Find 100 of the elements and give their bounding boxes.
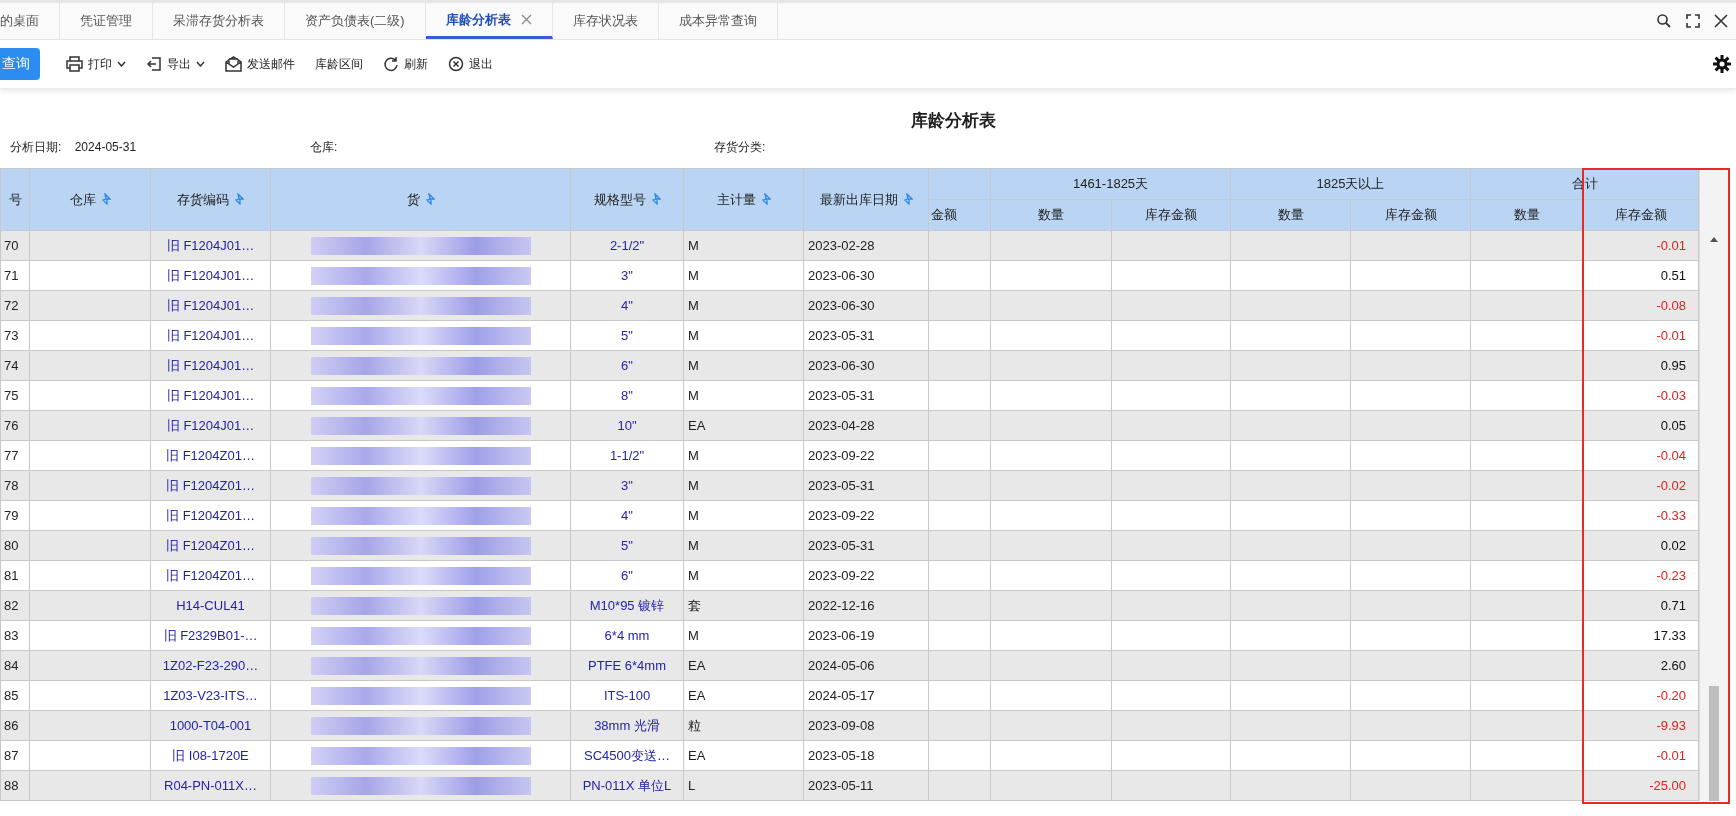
tab[interactable]: 库龄分析表 [425,3,553,39]
sort-icon[interactable] [99,192,111,205]
sort-icon[interactable] [759,192,771,205]
table-cell: -0.01 [1583,230,1699,261]
column-header[interactable]: 货 [270,168,571,231]
row-number: 79 [0,500,30,531]
column-header[interactable]: 存货编码 [150,168,271,231]
group-header: 1825天以上 [1230,168,1471,200]
scrollbar[interactable] [1699,168,1729,801]
close-icon[interactable] [1714,14,1728,28]
table-cell: 0.05 [1583,410,1699,441]
table-cell: 10" [570,410,684,441]
table-cell: 1-1/2" [570,440,684,471]
row-number: 76 [0,410,30,441]
column-header[interactable]: 最新出库日期 [803,168,929,231]
sort-icon[interactable] [233,192,244,205]
table-cell: 2023-06-19 [803,620,929,651]
column-header[interactable]: 主计量 [683,168,804,231]
table-cell: 旧 F1204J01… [150,290,271,321]
table-cell: -0.03 [1583,380,1699,411]
fullscreen-icon[interactable] [1686,14,1700,28]
table-cell: -0.02 [1583,470,1699,501]
row-number: 78 [0,470,30,501]
column-header[interactable]: 库存金额 [1111,199,1231,231]
table-cell: 3" [570,260,684,291]
row-number: 70 [0,230,30,261]
column-header[interactable]: 数量 [1470,199,1584,231]
table-cell: M10*95 镀锌 [570,590,684,621]
row-number: 73 [0,320,30,351]
tab[interactable]: 资产负债表(二级) [285,3,426,39]
tab[interactable]: 的桌面 [0,3,60,39]
table-cell: PN-011X 单位L [570,770,684,801]
toolbar-button[interactable]: 发送邮件 [217,55,303,73]
table-cell: 0.51 [1583,260,1699,291]
table-cell: 0.02 [1583,530,1699,561]
table-cell: 旧 F1204Z01… [150,440,271,471]
table-cell: 8" [570,380,684,411]
row-number: 84 [0,650,30,681]
table-cell: 2024-05-06 [803,650,929,681]
tab[interactable]: 成本异常查询 [658,3,778,39]
toolbar-button[interactable]: 导出 [138,55,213,73]
table-cell: 2023-06-30 [803,260,929,291]
table-cell: 2023-06-30 [803,290,929,321]
toolbar-button[interactable]: 刷新 [375,55,436,73]
table-cell: 旧 F1204J01… [150,350,271,381]
row-number: 83 [0,620,30,651]
sort-icon[interactable] [901,192,913,205]
table-cell: 6" [570,350,684,381]
table-cell: 旧 F1204Z01… [150,470,271,501]
scroll-up-icon[interactable] [1710,237,1719,242]
sort-icon[interactable] [649,192,661,205]
table-cell: 旧 F1204Z01… [150,530,271,561]
table-cell: 2023-09-22 [803,560,929,591]
table-cell: M [683,230,804,261]
exit-icon [448,56,464,72]
table-cell: 旧 I08-1720E [150,740,271,771]
column-header[interactable]: 金额 [928,199,991,231]
table-cell: 2024-05-17 [803,680,929,711]
column-header[interactable]: 数量 [1230,199,1351,231]
toolbar-button[interactable]: 库龄区间 [307,55,371,73]
column-header[interactable]: 号 [0,168,30,231]
table-cell: 2023-06-30 [803,350,929,381]
settings-icon[interactable] [1712,54,1732,74]
table-cell: M [683,530,804,561]
table-cell: M [683,500,804,531]
search-icon[interactable] [1656,13,1672,29]
group-header: 1461-1825天 [990,168,1231,200]
table-cell: 2022-12-16 [803,590,929,621]
column-header[interactable]: 库存金额 [1350,199,1471,231]
toolbar-button[interactable]: 退出 [440,55,501,73]
table-cell: EA [683,650,804,681]
table-cell: 2023-09-22 [803,500,929,531]
column-header[interactable]: 库存金额 [1583,199,1699,231]
table-cell: 2023-05-31 [803,530,929,561]
scroll-thumb[interactable] [1709,686,1720,801]
column-header[interactable]: 规格型号 [570,168,684,231]
column-header[interactable]: 数量 [990,199,1112,231]
row-number: 81 [0,560,30,591]
table-cell: 5" [570,530,684,561]
tab[interactable]: 凭证管理 [60,3,153,39]
table-cell: 旧 F1204J01… [150,230,271,261]
table-cell: 旧 F1204Z01… [150,560,271,591]
table-cell: M [683,470,804,501]
column-header[interactable]: 仓库 [29,168,151,231]
table-cell: 38mm 光滑 [570,710,684,741]
table-cell: SC4500变送… [570,740,684,771]
table-cell: EA [683,680,804,711]
table-cell: M [683,290,804,321]
table-cell: -0.04 [1583,440,1699,471]
table-cell: -0.33 [1583,500,1699,531]
tab[interactable]: 库存状况表 [552,3,659,39]
table-cell: -0.01 [1583,320,1699,351]
toolbar-button[interactable]: 打印 [58,55,134,73]
filter-label: 存货分类: [714,139,766,154]
tab[interactable]: 呆滞存货分析表 [153,3,285,39]
table-cell: -0.01 [1583,740,1699,771]
table-cell: 旧 F1204J01… [150,380,271,411]
row-number: 82 [0,590,30,621]
table-cell: M [683,260,804,291]
sort-icon[interactable] [423,192,435,205]
